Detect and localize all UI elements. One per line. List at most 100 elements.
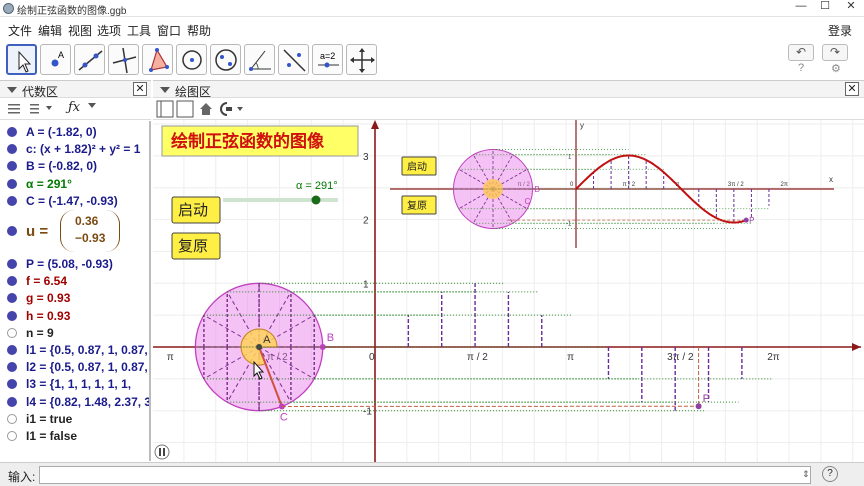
- visibility-toggle-icon[interactable]: [7, 178, 17, 189]
- algebra-item-text: l4 = {0.82, 1.48, 2.37, 3: [26, 394, 151, 409]
- visibility-toggle-icon[interactable]: [7, 259, 17, 269]
- pause-button[interactable]: [154, 444, 170, 460]
- slider-tool-button[interactable]: a=2: [312, 44, 343, 75]
- move-view-tool-button[interactable]: [346, 44, 377, 75]
- vector-component: 0.36: [75, 214, 99, 228]
- ellipse-icon: [215, 49, 237, 71]
- home-icon[interactable]: [200, 103, 212, 115]
- algebra-item[interactable]: u = 0.36 −0.93: [0, 210, 149, 252]
- algebra-item[interactable]: l3 = {1, 1, 1, 1, 1, 1,: [0, 376, 149, 393]
- slider-knob[interactable]: [311, 195, 321, 205]
- pause-icon: [159, 448, 161, 456]
- point-p[interactable]: [695, 403, 702, 410]
- visibility-toggle-icon[interactable]: [7, 310, 17, 321]
- pause-icon: [163, 448, 165, 456]
- point-capture-icon[interactable]: [220, 102, 243, 116]
- algebra-item[interactable]: i1 = true: [0, 411, 149, 428]
- reflect-tool-button[interactable]: [278, 44, 309, 75]
- algebra-item[interactable]: I1 = false: [0, 428, 149, 445]
- help-icon[interactable]: ?: [798, 62, 804, 74]
- menu-help[interactable]: 帮助: [187, 22, 211, 39]
- menu-tools[interactable]: 工具: [127, 22, 151, 39]
- settings-icon[interactable]: ⚙: [831, 62, 841, 75]
- algebra-item-text: f = 6.54: [26, 274, 68, 289]
- angle-tool-button[interactable]: [244, 44, 275, 75]
- algebra-item[interactable]: g = 0.93: [0, 290, 149, 307]
- algebra-item[interactable]: l1 = {0.5, 0.87, 1, 0.87,: [0, 342, 149, 359]
- algebra-item-text: g = 0.93: [26, 291, 71, 306]
- grid-toggle-icon[interactable]: [176, 100, 194, 118]
- algebra-item[interactable]: P = (5.08, -0.93): [0, 256, 149, 273]
- maximize-button[interactable]: ☐: [814, 0, 836, 14]
- inset-y-tick-label: 1: [568, 155, 572, 161]
- start-button-label: 启动: [178, 201, 208, 219]
- graphics-canvas[interactable]: ππ / 20π / 2π3π / 22π321-1ABCP绘制正弦函数的图像启…: [153, 120, 864, 462]
- menu-file[interactable]: 文件: [8, 22, 32, 39]
- close-window-button[interactable]: ✕: [840, 0, 862, 14]
- sort-icon[interactable]: [30, 104, 52, 114]
- point-tool-button[interactable]: A: [40, 44, 71, 75]
- visibility-toggle-icon[interactable]: [7, 127, 17, 137]
- algebra-item[interactable]: B = (-0.82, 0): [0, 158, 149, 175]
- input-field[interactable]: [39, 466, 811, 484]
- algebra-item[interactable]: l4 = {0.82, 1.48, 2.37, 3: [0, 394, 151, 411]
- input-function-icon[interactable]: ƒx: [68, 100, 80, 115]
- axes-toggle-icon[interactable]: [156, 100, 174, 118]
- visibility-toggle-icon[interactable]: [7, 144, 17, 155]
- visibility-toggle-icon[interactable]: [7, 431, 17, 441]
- visibility-toggle-icon[interactable]: [7, 362, 17, 373]
- menu-edit[interactable]: 编辑: [38, 22, 62, 39]
- input-help-button[interactable]: ?: [822, 466, 838, 482]
- move-cross-icon: [350, 48, 375, 73]
- input-label: 输入:: [8, 470, 36, 484]
- ellipse-tool-button[interactable]: [210, 44, 241, 75]
- point-icon: A: [51, 50, 64, 67]
- input-dropdown-icon[interactable]: ⇕: [802, 469, 810, 480]
- visibility-toggle-icon[interactable]: [7, 345, 17, 355]
- toolbar: A a=2 ↶ ↷: [0, 40, 864, 80]
- visibility-toggle-icon[interactable]: [7, 413, 17, 424]
- algebra-item[interactable]: f = 6.54: [0, 273, 149, 290]
- algebra-item-text: l1 = {0.5, 0.87, 1, 0.87,: [26, 343, 148, 357]
- menu-view[interactable]: 视图: [68, 22, 92, 39]
- visibility-toggle-icon[interactable]: [7, 161, 17, 172]
- y-tick-label: 2: [363, 216, 369, 227]
- visibility-toggle-icon[interactable]: [7, 327, 17, 338]
- close-graphics-button[interactable]: ✕: [845, 82, 859, 96]
- inset-point-p: [743, 217, 749, 223]
- undo-button[interactable]: ↶: [788, 44, 814, 61]
- collapse-triangle-icon[interactable]: [160, 87, 170, 93]
- visibility-toggle-icon[interactable]: [7, 276, 17, 287]
- menu-bar: 文件 编辑 视图 选项 工具 窗口 帮助 登录: [0, 18, 864, 40]
- visibility-toggle-icon[interactable]: [7, 396, 17, 407]
- menu-lines-icon[interactable]: [8, 104, 20, 114]
- x-tick-label: 0: [369, 352, 375, 363]
- login-link[interactable]: 登录: [828, 22, 852, 39]
- polygon-tool-button[interactable]: [142, 44, 173, 75]
- fx-dropdown-icon[interactable]: [88, 103, 96, 108]
- algebra-item[interactable]: C = (-1.47, -0.93): [0, 193, 149, 210]
- line-tool-button[interactable]: [74, 44, 105, 75]
- algebra-item[interactable]: c: (x + 1.82)² + y² = 1: [0, 141, 149, 158]
- circle-tool-button[interactable]: [176, 44, 207, 75]
- inset-x-label: x: [829, 175, 833, 184]
- algebra-item[interactable]: A = (-1.82, 0): [0, 124, 149, 141]
- move-tool-button[interactable]: [6, 44, 37, 75]
- visibility-toggle-icon[interactable]: [7, 226, 17, 236]
- algebra-item[interactable]: n = 9: [0, 325, 149, 342]
- redo-button[interactable]: ↷: [822, 44, 848, 61]
- perpendicular-tool-button[interactable]: [108, 44, 139, 75]
- collapse-triangle-icon[interactable]: [7, 87, 17, 93]
- perpendicular-line-icon: [112, 47, 137, 74]
- algebra-item[interactable]: l2 = {0.5, 0.87, 1, 0.87,: [0, 359, 149, 376]
- visibility-toggle-icon[interactable]: [7, 379, 17, 390]
- algebra-item[interactable]: h = 0.93: [0, 308, 149, 325]
- close-algebra-button[interactable]: ✕: [133, 82, 147, 96]
- visibility-toggle-icon[interactable]: [7, 293, 17, 304]
- algebra-item[interactable]: α = 291°: [0, 176, 149, 193]
- visibility-toggle-icon[interactable]: [7, 195, 17, 206]
- menu-options[interactable]: 选项: [97, 22, 121, 39]
- minimize-button[interactable]: —: [790, 0, 812, 14]
- menu-window[interactable]: 窗口: [157, 22, 181, 39]
- app-icon: [3, 3, 14, 14]
